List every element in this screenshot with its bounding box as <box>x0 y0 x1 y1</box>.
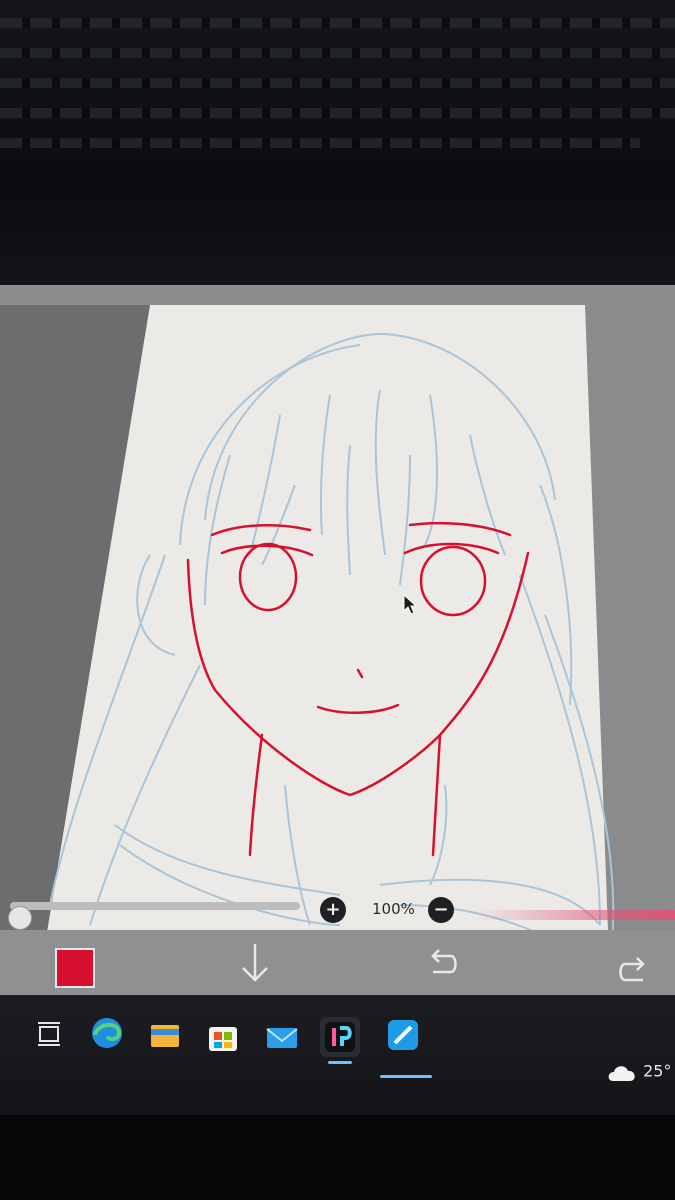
weather-widget[interactable]: 25° <box>606 1061 671 1083</box>
file-explorer-icon[interactable] <box>145 1015 185 1055</box>
undo-icon[interactable] <box>425 944 461 980</box>
tablet-screen: + 100% − 25° <box>0 285 675 1115</box>
key-row <box>0 108 675 118</box>
edge-icon[interactable] <box>87 1013 127 1053</box>
key-row <box>0 78 675 88</box>
cloud-icon <box>608 1066 635 1081</box>
zoom-slider[interactable] <box>8 902 300 930</box>
minus-icon: − <box>433 899 449 920</box>
zoom-out-button[interactable]: − <box>428 897 454 923</box>
laptop-keyboard <box>0 0 675 190</box>
desk-surface <box>0 1115 675 1200</box>
zoom-slider-handle[interactable] <box>8 906 32 930</box>
key-row <box>0 48 675 58</box>
store-icon[interactable] <box>203 1017 243 1057</box>
pen-app-icon <box>388 1020 418 1050</box>
arrow-down-icon[interactable] <box>238 940 272 986</box>
zoom-in-button[interactable]: + <box>320 897 346 923</box>
screen-bezel <box>0 190 675 285</box>
ibispaint-taskbar-item[interactable] <box>320 1017 360 1057</box>
key-row <box>0 18 675 28</box>
pen-app-taskbar-item[interactable] <box>383 1015 423 1055</box>
redo-icon[interactable] <box>615 952 651 988</box>
weather-temperature: 25° <box>643 1061 672 1081</box>
active-app-indicator <box>328 1061 352 1064</box>
brush-opacity-preview <box>475 910 675 920</box>
mail-icon[interactable] <box>262 1017 302 1057</box>
zoom-controls: + 100% − <box>0 890 675 930</box>
zoom-level-label: 100% <box>372 900 415 918</box>
plus-icon: + <box>325 899 341 920</box>
bottom-toolbar <box>0 930 675 995</box>
key-row <box>0 138 640 148</box>
paper-sheet <box>40 305 610 985</box>
active-app-indicator <box>380 1075 432 1078</box>
current-color-swatch[interactable] <box>55 948 95 988</box>
windows-taskbar: 25° <box>0 995 675 1115</box>
task-view-icon[interactable] <box>30 1015 70 1055</box>
ibispaint-icon <box>325 1022 355 1052</box>
